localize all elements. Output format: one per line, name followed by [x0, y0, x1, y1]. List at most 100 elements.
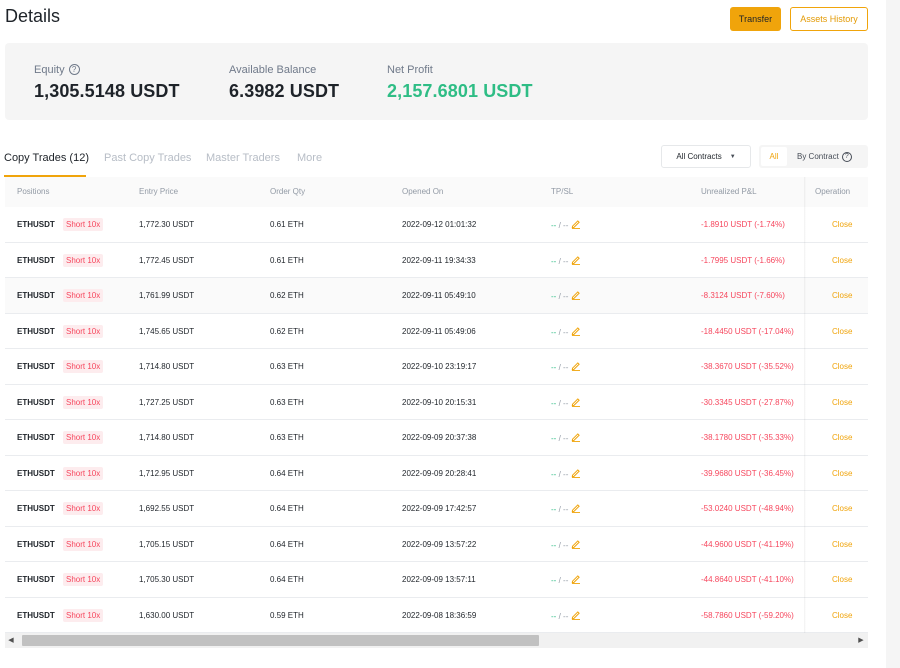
- entry-price: 1,630.00 USDT: [139, 610, 195, 620]
- positions-table: Positions Entry Price Order Qty Opened O…: [5, 177, 868, 633]
- unrealized-pnl: -58.7860 USDT (-59.20%): [701, 610, 794, 620]
- question-circle-icon[interactable]: ?: [841, 151, 852, 162]
- column-header-opened-on: Opened On: [402, 187, 444, 196]
- side-leverage-badge: Short 10x: [63, 466, 104, 480]
- pencil-icon[interactable]: [571, 361, 581, 371]
- close-position-button[interactable]: Close: [832, 362, 852, 371]
- unrealized-pnl: -38.1780 USDT (-35.33%): [701, 433, 794, 442]
- close-position-button[interactable]: Close: [832, 398, 852, 407]
- pencil-icon[interactable]: [571, 397, 581, 407]
- side-leverage-badge: Short 10x: [63, 537, 104, 551]
- tpsl-separator: /: [558, 434, 561, 443]
- pencil-icon[interactable]: [571, 574, 581, 584]
- column-header-order-qty: Order Qty: [270, 187, 306, 196]
- pencil-icon[interactable]: [571, 610, 581, 620]
- right-gutter: [886, 0, 900, 668]
- equity-value: 1,305.5148 USDT: [34, 81, 180, 101]
- table-row: ETHUSDT Short 10x 1,692.55 USDT 0.64 ETH 202…: [5, 491, 868, 527]
- table-row: ETHUSDT Short 10x 1,745.65 USDT 0.62 ETH 202…: [5, 314, 868, 349]
- position-symbol: ETHUSDT: [17, 220, 55, 229]
- tab-copy-trades[interactable]: Copy Trades (12): [4, 152, 89, 164]
- sl-value: --: [563, 327, 569, 337]
- contracts-dropdown[interactable]: All Contracts ▼: [661, 145, 751, 168]
- opened-on: 2022-09-10 23:19:17: [402, 362, 477, 371]
- tpsl-value: -- / --: [551, 361, 581, 372]
- scroll-right-arrow-icon[interactable]: ▶: [857, 636, 865, 645]
- table-row: ETHUSDT Short 10x 1,705.15 USDT 0.64 ETH 202…: [5, 527, 868, 562]
- horizontal-scrollbar[interactable]: ◀ ▶: [5, 633, 868, 648]
- sl-value: --: [563, 398, 569, 408]
- unrealized-pnl: -30.3345 USDT (-27.87%): [701, 397, 794, 407]
- pencil-icon[interactable]: [571, 468, 581, 478]
- tpsl-value: -- / --: [551, 255, 581, 266]
- sl-value: --: [563, 505, 569, 514]
- close-position-button[interactable]: Close: [832, 327, 852, 336]
- pencil-icon[interactable]: [571, 326, 581, 336]
- sl-value: --: [563, 576, 569, 585]
- pencil-icon[interactable]: [571, 255, 581, 265]
- column-header-positions: Positions: [17, 187, 50, 196]
- tp-value: --: [551, 505, 557, 514]
- opened-on: 2022-09-12 01:01:32: [402, 220, 477, 229]
- scrollbar-thumb[interactable]: [22, 635, 539, 646]
- entry-price: 1,727.25 USDT: [139, 397, 195, 407]
- table-row: ETHUSDT Short 10x 1,705.30 USDT 0.64 ETH 202…: [5, 562, 868, 598]
- tpsl-separator: /: [558, 611, 561, 621]
- order-qty: 0.63 ETH: [270, 433, 304, 442]
- transfer-button[interactable]: Transfer: [730, 7, 781, 31]
- table-row: ETHUSDT Short 10x 1,714.80 USDT 0.63 ETH 202…: [5, 420, 868, 456]
- close-position-button[interactable]: Close: [832, 540, 852, 549]
- entry-price: 1,692.55 USDT: [139, 504, 195, 513]
- unrealized-pnl: -44.9600 USDT (-41.19%): [701, 539, 794, 549]
- table-row: ETHUSDT Short 10x 1,772.45 USDT 0.61 ETH 202…: [5, 243, 868, 278]
- toggle-by-contract[interactable]: By Contract ?: [797, 147, 852, 166]
- opened-on: 2022-09-09 13:57:22: [402, 539, 477, 549]
- position-symbol: ETHUSDT: [17, 504, 55, 513]
- entry-price: 1,705.15 USDT: [139, 539, 195, 549]
- side-leverage-badge: Short 10x: [63, 360, 104, 373]
- tpsl-separator: /: [558, 398, 561, 408]
- tpsl-separator: /: [558, 327, 561, 337]
- tpsl-value: -- / --: [551, 326, 581, 337]
- question-circle-icon[interactable]: ?: [68, 64, 80, 75]
- close-position-button[interactable]: Close: [832, 291, 852, 300]
- close-position-button[interactable]: Close: [832, 433, 852, 442]
- tab-master-traders[interactable]: Master Traders: [206, 152, 280, 164]
- chevron-down-icon: ▼: [729, 153, 736, 160]
- table-row: ETHUSDT Short 10x 1,727.25 USDT 0.63 ETH 202…: [5, 385, 868, 420]
- pencil-icon[interactable]: [571, 432, 581, 442]
- unrealized-pnl: -8.3124 USDT (-7.60%): [701, 291, 785, 300]
- close-position-button[interactable]: Close: [832, 220, 852, 229]
- tpsl-value: -- / --: [551, 219, 581, 230]
- close-position-button[interactable]: Close: [832, 575, 852, 584]
- close-position-button[interactable]: Close: [832, 611, 852, 620]
- page-title: Details: [5, 6, 61, 26]
- position-symbol: ETHUSDT: [17, 575, 55, 584]
- tpsl-value: -- / --: [551, 290, 581, 301]
- pencil-icon[interactable]: [571, 290, 581, 300]
- scroll-left-arrow-icon[interactable]: ◀: [7, 636, 15, 645]
- opened-on: 2022-09-08 18:36:59: [402, 610, 477, 620]
- pencil-icon[interactable]: [571, 219, 581, 229]
- order-qty: 0.63 ETH: [270, 397, 304, 407]
- tab-more[interactable]: More: [297, 152, 322, 164]
- available-balance-label: Available Balance: [229, 63, 317, 76]
- opened-on: 2022-09-09 20:37:38: [402, 433, 477, 442]
- pencil-icon[interactable]: [571, 539, 581, 549]
- assets-history-button[interactable]: Assets History: [790, 7, 868, 31]
- close-position-button[interactable]: Close: [832, 504, 852, 513]
- tab-past-copy-trades[interactable]: Past Copy Trades: [104, 152, 191, 164]
- page-header: Details Transfer Assets History: [0, 0, 870, 38]
- account-summary: Equity ? 1,305.5148 USDT Available Balan…: [5, 43, 868, 120]
- tpsl-value: -- / --: [551, 539, 581, 550]
- tp-value: --: [551, 611, 557, 621]
- position-symbol: ETHUSDT: [17, 291, 55, 300]
- close-position-button[interactable]: Close: [832, 256, 852, 265]
- pencil-icon[interactable]: [571, 503, 581, 513]
- tpsl-value: -- / --: [551, 468, 581, 479]
- tpsl-separator: /: [558, 221, 561, 230]
- order-qty: 0.64 ETH: [270, 468, 304, 478]
- close-position-button[interactable]: Close: [832, 469, 852, 478]
- toggle-all[interactable]: All: [761, 147, 787, 166]
- position-symbol: ETHUSDT: [17, 255, 55, 265]
